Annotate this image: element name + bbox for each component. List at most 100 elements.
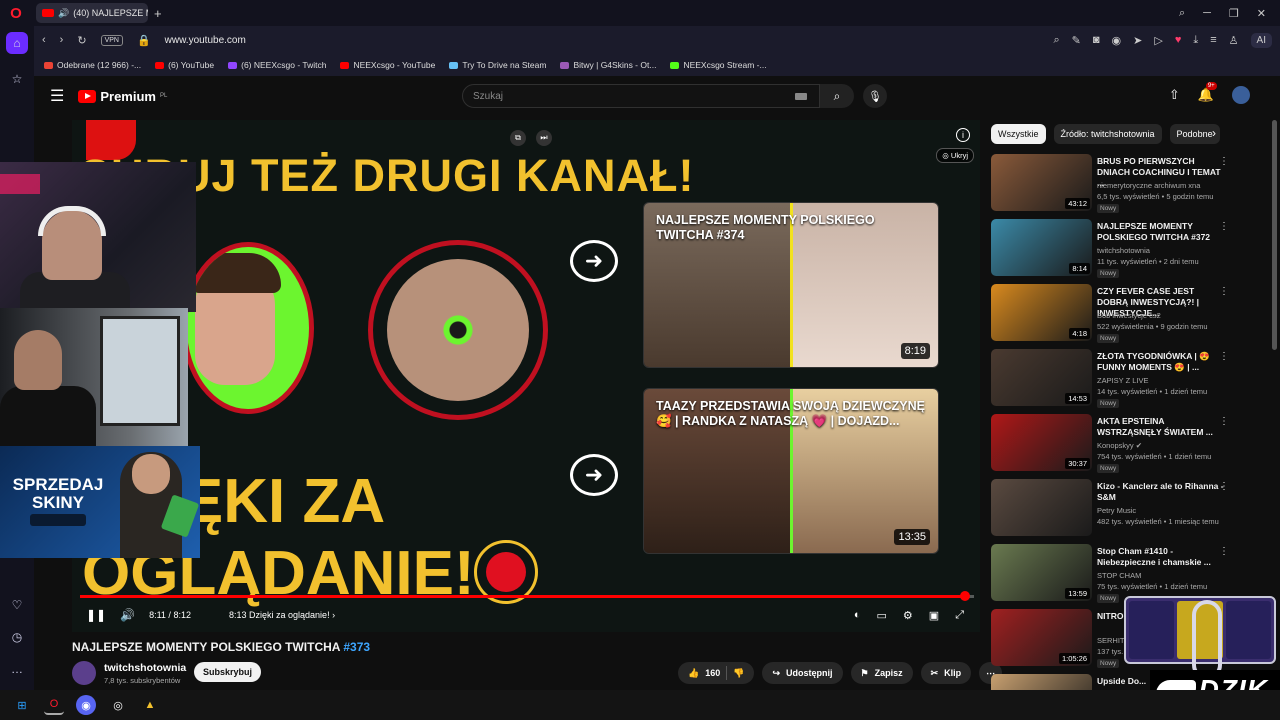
recommendation-channel[interactable]: Konopskyy ✔: [1097, 441, 1142, 450]
scrubber-handle[interactable]: [960, 591, 971, 601]
kebab-menu-icon[interactable]: ⋮: [1219, 286, 1229, 297]
miniplayer-icon[interactable]: ⧉: [510, 130, 526, 146]
vpn-badge[interactable]: VPN: [100, 34, 123, 46]
speaker-icon[interactable]: 🔊: [58, 8, 69, 19]
kebab-menu-icon[interactable]: ⋮: [1219, 546, 1229, 557]
more-icon[interactable]: …: [6, 658, 28, 680]
discord-icon[interactable]: ◉: [76, 695, 96, 715]
recommendation-channel[interactable]: ZAPISY Z LIVE: [1097, 376, 1149, 385]
video-player[interactable]: SUBUJ TEŻ DRUGI KANAŁ! ➜ ➜ NAJLEPSZE MOM…: [72, 120, 980, 632]
video-hashtag[interactable]: #373: [343, 640, 370, 654]
progress-bar[interactable]: [80, 591, 974, 601]
end-card-video[interactable]: NAJLEPSZE MOMENTY POLSKIEGO TWITCHA #374…: [643, 202, 939, 368]
active-tab[interactable]: 🔊 (40) NAJLEPSZE MOM: [36, 3, 148, 23]
notifications-bell-icon[interactable]: 🔔 9+: [1198, 82, 1217, 103]
app-icon[interactable]: ▲: [140, 695, 160, 715]
recommendation-thumbnail[interactable]: 8:14: [991, 219, 1092, 276]
play-icon[interactable]: ▷: [1154, 34, 1162, 47]
edit-icon[interactable]: ✎: [1072, 34, 1081, 47]
recommendation-thumbnail[interactable]: [991, 479, 1092, 536]
thumbs-down-icon[interactable]: 👎: [733, 668, 744, 679]
autoplay-toggle-icon[interactable]: ◐: [854, 609, 861, 621]
eye-icon[interactable]: ◉: [1112, 34, 1122, 47]
recommendation-item[interactable]: 14:53 ZŁOTA TYGODNIÓWKA | 😍 FUNNY MOMENTS…: [991, 349, 1261, 411]
bookmark-item[interactable]: NEEXcsgo - YouTube: [340, 60, 435, 70]
recommendation-channel[interactable]: STOP CHAM: [1097, 571, 1141, 580]
theater-mode-icon[interactable]: ▣: [929, 609, 939, 622]
bookmark-item[interactable]: NEEXcsgo Stream -...: [670, 60, 767, 70]
like-button[interactable]: 👍 160 👎: [678, 662, 755, 684]
recommendation-channel[interactable]: niemerytoryczne archiwum xna: [1097, 181, 1200, 190]
scrollbar[interactable]: [1272, 120, 1277, 350]
recommendation-item[interactable]: 43:12 BRUS PO PIERWSZYCH DNIACH COACHINGU…: [991, 154, 1261, 216]
maximize-icon[interactable]: ❐: [1229, 7, 1239, 20]
heart-icon[interactable]: ♥: [1175, 34, 1182, 46]
hide-end-screen-button[interactable]: ◎ Ukryj: [936, 148, 974, 163]
recommendation-thumbnail[interactable]: 43:12: [991, 154, 1092, 211]
heart-icon[interactable]: ♡: [6, 594, 28, 616]
save-button[interactable]: ⚑ Zapisz: [850, 662, 913, 684]
search-icon[interactable]: ⌕: [1054, 34, 1060, 47]
close-icon[interactable]: ✕: [1257, 7, 1266, 20]
upload-icon[interactable]: ⇧: [1169, 87, 1180, 103]
download-icon[interactable]: ⤓: [1193, 34, 1198, 47]
url-field[interactable]: www.youtube.com: [165, 35, 246, 46]
recommendation-channel[interactable]: Bob inwestycje cs2: [1097, 311, 1161, 320]
avatar[interactable]: [1232, 86, 1250, 104]
recommendation-item[interactable]: 30:37 AKTA EPSTEINA WSTRZĄSNĘŁY ŚWIATEM .…: [991, 414, 1261, 476]
new-tab-button[interactable]: +: [154, 6, 168, 21]
end-card-video[interactable]: TAAZY PRZEDSTAWIA SWOJĄ DZIEWCZYNĘ 🥰 | R…: [643, 388, 939, 554]
bookmark-item[interactable]: (6) NEEXcsgo - Twitch: [228, 60, 326, 70]
search-tabs-icon[interactable]: ⌕: [1179, 7, 1185, 20]
second-channel-circle[interactable]: [368, 240, 548, 420]
forward-icon[interactable]: ›: [60, 34, 64, 46]
recommendation-thumbnail[interactable]: 13:59: [991, 544, 1092, 601]
recommendation-title[interactable]: Kizo - Kanclerz ale to Rihanna - S&M: [1097, 481, 1227, 503]
channel-avatar-circle[interactable]: [182, 242, 314, 414]
fullscreen-icon[interactable]: ⤢: [955, 609, 964, 622]
keyboard-icon[interactable]: [795, 92, 807, 100]
camera-icon[interactable]: ◙: [1093, 34, 1100, 46]
recommendation-channel[interactable]: twitchshotownia: [1097, 246, 1150, 255]
subscribe-button[interactable]: Subskrybuj: [194, 662, 262, 682]
recommendation-channel[interactable]: Petry Music: [1097, 506, 1136, 515]
profile-icon[interactable]: ♙: [1229, 34, 1239, 47]
recommendation-item[interactable]: Kizo - Kanclerz ale to Rihanna - S&M Petr…: [991, 479, 1261, 541]
bookmark-item[interactable]: Try To Drive na Steam: [449, 60, 546, 70]
recommendation-title[interactable]: ZŁOTA TYGODNIÓWKA | 😍 FUNNY MOMENTS 😍 | …: [1097, 351, 1227, 373]
kebab-menu-icon[interactable]: ⋮: [1219, 481, 1229, 492]
home-icon[interactable]: ⌂: [6, 32, 28, 54]
send-icon[interactable]: ➤: [1133, 34, 1142, 47]
recommendation-thumbnail[interactable]: 1:05:26: [991, 609, 1092, 666]
recommendation-thumbnail[interactable]: 14:53: [991, 349, 1092, 406]
volume-icon[interactable]: 🔊: [120, 608, 135, 622]
reload-icon[interactable]: ↻: [77, 34, 86, 47]
history-icon[interactable]: ◷: [6, 626, 28, 648]
recommendation-title[interactable]: Stop Cham #1410 - Niebezpieczne i chamsk…: [1097, 546, 1227, 568]
skip-icon[interactable]: ⏭: [536, 130, 552, 146]
kebab-menu-icon[interactable]: ⋮: [1219, 221, 1229, 232]
kebab-menu-icon[interactable]: ⋮: [1219, 156, 1229, 167]
kebab-menu-icon[interactable]: ⋮: [1219, 416, 1229, 427]
info-icon[interactable]: i: [956, 128, 970, 142]
bookmark-item[interactable]: Bitwy | G4Skins - Ot...: [560, 60, 656, 70]
back-icon[interactable]: ‹: [42, 34, 46, 46]
share-button[interactable]: ↪ Udostępnij: [762, 662, 843, 684]
filter-chip[interactable]: Źródło: twitchshotownia: [1053, 124, 1162, 144]
recommendation-title[interactable]: AKTA EPSTEINA WSTRZĄSNĘŁY ŚWIATEM ...: [1097, 416, 1227, 438]
recommendation-thumbnail[interactable]: 30:37: [991, 414, 1092, 471]
menu-icon[interactable]: ≡: [1210, 34, 1216, 46]
steam-icon[interactable]: ◎: [108, 695, 128, 715]
recommendation-item[interactable]: 4:18 CZY FEVER CASE JEST DOBRĄ INWESTYCJĄ…: [991, 284, 1261, 346]
windows-start-icon[interactable]: ⊞: [12, 695, 32, 715]
recommendation-thumbnail[interactable]: 4:18: [991, 284, 1092, 341]
ai-button[interactable]: AI: [1250, 32, 1272, 48]
clip-button[interactable]: ✂ Klip: [920, 662, 972, 684]
minimize-icon[interactable]: ─: [1203, 7, 1211, 19]
channel-name[interactable]: twitchshotownia: [104, 662, 186, 674]
star-icon[interactable]: ☆: [6, 68, 28, 90]
channel-avatar[interactable]: [72, 661, 96, 685]
settings-gear-icon[interactable]: ⚙: [903, 609, 913, 622]
opera-icon[interactable]: O: [44, 695, 64, 715]
kebab-menu-icon[interactable]: ⋮: [1219, 351, 1229, 362]
